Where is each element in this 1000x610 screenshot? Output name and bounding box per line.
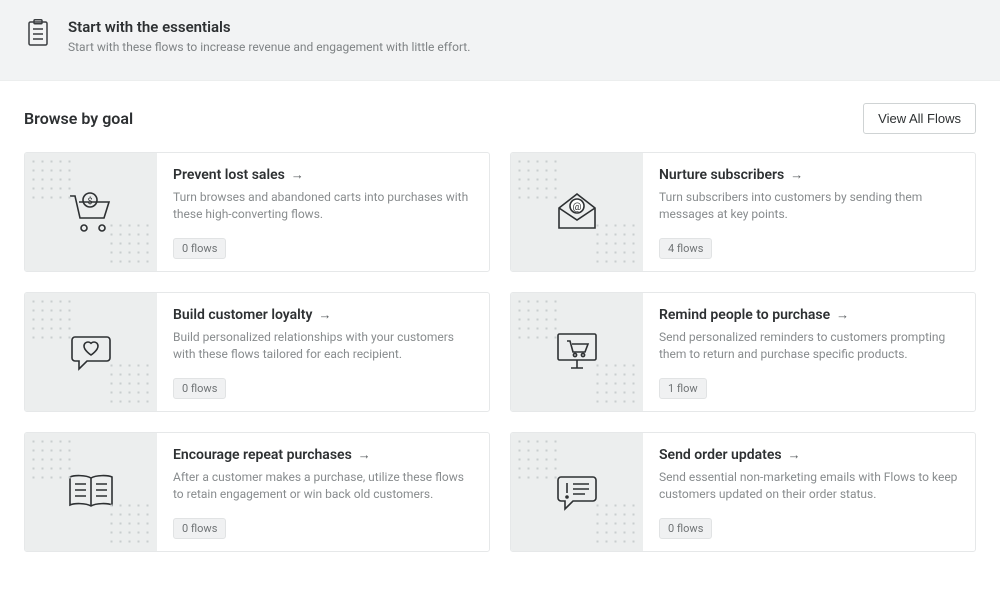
- essentials-banner: Start with the essentials Start with the…: [0, 0, 1000, 81]
- banner-subtitle: Start with these flows to increase reven…: [68, 40, 470, 54]
- card-desc: Send personalized reminders to customers…: [659, 329, 959, 366]
- goal-cards-grid: $ Prevent lost sales → Turn browses and …: [0, 148, 1000, 576]
- chat-alert-icon: [511, 433, 643, 551]
- svg-text:$: $: [87, 196, 92, 207]
- card-title: Remind people to purchase: [659, 307, 830, 323]
- card-title: Nurture subscribers: [659, 167, 784, 183]
- flow-count-badge: 0 flows: [173, 238, 226, 259]
- card-title: Build customer loyalty: [173, 307, 312, 323]
- browse-header: Browse by goal View All Flows: [0, 81, 1000, 148]
- card-title: Prevent lost sales: [173, 167, 285, 183]
- flow-count-badge: 4 flows: [659, 238, 712, 259]
- goal-card-repeat-purchases[interactable]: Encourage repeat purchases → After a cus…: [24, 432, 490, 552]
- card-desc: Turn browses and abandoned carts into pu…: [173, 189, 473, 226]
- view-all-flows-button[interactable]: View All Flows: [863, 103, 976, 134]
- arrow-right-icon: →: [318, 307, 331, 323]
- monitor-cart-icon: [511, 293, 643, 411]
- open-book-icon: [25, 433, 157, 551]
- flow-count-badge: 0 flows: [659, 518, 712, 539]
- envelope-at-icon: @: [511, 153, 643, 271]
- card-title: Send order updates: [659, 447, 782, 463]
- arrow-right-icon: →: [291, 167, 304, 183]
- goal-card-prevent-lost-sales[interactable]: $ Prevent lost sales → Turn browses and …: [24, 152, 490, 272]
- banner-title: Start with the essentials: [68, 18, 470, 36]
- arrow-right-icon: →: [790, 167, 803, 183]
- flow-count-badge: 0 flows: [173, 518, 226, 539]
- card-desc: Build personalized relationships with yo…: [173, 329, 473, 366]
- goal-card-order-updates[interactable]: Send order updates → Send essential non-…: [510, 432, 976, 552]
- chat-heart-icon: [25, 293, 157, 411]
- cart-dollar-icon: $: [25, 153, 157, 271]
- banner-text: Start with the essentials Start with the…: [68, 18, 470, 54]
- goal-card-build-loyalty[interactable]: Build customer loyalty → Build personali…: [24, 292, 490, 412]
- arrow-right-icon: →: [836, 307, 849, 323]
- svg-text:@: @: [573, 202, 582, 213]
- checklist-icon: [24, 18, 52, 48]
- card-desc: Send essential non-marketing emails with…: [659, 469, 959, 506]
- arrow-right-icon: →: [788, 447, 801, 463]
- flow-count-badge: 1 flow: [659, 378, 707, 399]
- card-desc: Turn subscribers into customers by sendi…: [659, 189, 959, 226]
- goal-card-remind-purchase[interactable]: Remind people to purchase → Send persona…: [510, 292, 976, 412]
- goal-card-nurture-subscribers[interactable]: @ Nurture subscribers → Turn subscribers…: [510, 152, 976, 272]
- flow-count-badge: 0 flows: [173, 378, 226, 399]
- card-desc: After a customer makes a purchase, utili…: [173, 469, 473, 506]
- arrow-right-icon: →: [358, 447, 371, 463]
- browse-title: Browse by goal: [24, 109, 133, 128]
- card-title: Encourage repeat purchases: [173, 447, 352, 463]
